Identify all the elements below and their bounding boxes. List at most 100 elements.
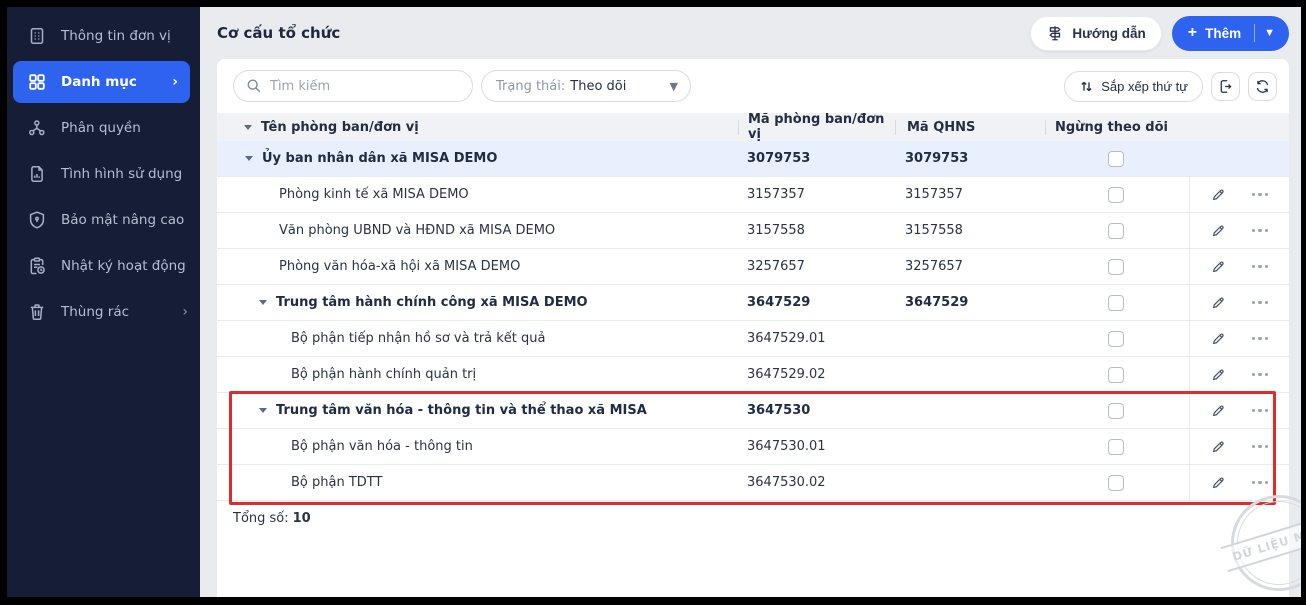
edit-icon[interactable] — [1211, 223, 1226, 238]
add-button[interactable]: + Thêm ▼ — [1171, 15, 1289, 51]
table-row[interactable]: Bộ phận hành chính quản trị 3647529.02 — [217, 357, 1289, 393]
edit-icon[interactable] — [1211, 367, 1226, 382]
org-code: 3647530.02 — [747, 475, 826, 490]
column-header: Ngừng theo dõi — [1055, 119, 1168, 135]
sidebar-item-phan-quyen[interactable]: Phân quyền — [7, 105, 200, 151]
table-row[interactable]: Bộ phận văn hóa - thông tin 3647530.01 — [217, 429, 1289, 465]
table-row[interactable]: Trung tâm văn hóa - thông tin và thể tha… — [217, 393, 1289, 429]
table-row[interactable]: Văn phòng UBND và HĐND xã MISA DEMO 3157… — [217, 213, 1289, 249]
shield-icon — [26, 210, 47, 231]
search-input[interactable] — [270, 78, 462, 94]
add-button-label: Thêm — [1205, 25, 1242, 41]
sidebar-item-bao-mat-nang-cao[interactable]: Bảo mật nâng cao — [7, 197, 200, 243]
stop-follow-checkbox[interactable] — [1108, 186, 1124, 203]
chevron-right-icon: › — [172, 74, 178, 90]
collapse-all-icon[interactable] — [244, 124, 252, 130]
main-area: Cơ cấu tổ chức Hướng dẫn + Thêm ▼ Tìm ki… — [200, 7, 1301, 597]
clipboard-clock-icon — [26, 256, 47, 277]
table-row[interactable]: Phòng văn hóa-xã hội xã MISA DEMO 325765… — [217, 249, 1289, 285]
org-code: 3647529 — [747, 295, 811, 310]
org-qhns — [894, 429, 1043, 464]
org-name: Văn phòng UBND và HĐND xã MISA DEMO — [279, 223, 556, 238]
column-header: Tên phòng ban/đơn vị — [261, 119, 419, 135]
more-actions-icon[interactable] — [1252, 228, 1268, 233]
total-value: 10 — [292, 511, 311, 526]
table-row[interactable]: Ủy ban nhân dân xã MISA DEMO 3079753 307… — [217, 141, 1289, 177]
sidebar-item-thong-tin-don-vi[interactable]: Thông tin đơn vị — [7, 13, 200, 59]
org-name: Bộ phận hành chính quản trị — [291, 367, 477, 382]
column-header: Mã QHNS — [907, 119, 976, 135]
screen: Thông tin đơn vị Danh mục › Phân quyền T… — [7, 7, 1301, 597]
sidebar-item-label: Phân quyền — [61, 120, 141, 136]
edit-icon[interactable] — [1211, 475, 1226, 490]
table-row[interactable]: Trung tâm hành chính công xã MISA DEMO 3… — [217, 285, 1289, 321]
table-row[interactable]: Bộ phận TDTT 3647530.02 — [217, 465, 1289, 501]
more-actions-icon[interactable] — [1252, 192, 1268, 197]
stop-follow-checkbox[interactable] — [1108, 438, 1124, 455]
more-actions-icon[interactable] — [1252, 300, 1268, 305]
stop-follow-checkbox[interactable] — [1108, 474, 1124, 491]
more-actions-icon[interactable] — [1252, 336, 1268, 341]
divider — [1254, 24, 1256, 42]
org-code: 3647529.02 — [747, 367, 826, 382]
org-name: Phòng văn hóa-xã hội xã MISA DEMO — [279, 259, 521, 274]
search-icon — [246, 78, 262, 94]
org-qhns — [894, 357, 1043, 392]
refresh-button[interactable] — [1248, 71, 1277, 101]
share-icon — [26, 118, 47, 139]
stop-follow-checkbox[interactable] — [1108, 294, 1124, 311]
org-qhns — [894, 393, 1043, 428]
expand-icon[interactable] — [259, 408, 267, 413]
doc-chart-icon — [26, 164, 47, 185]
more-actions-icon[interactable] — [1252, 480, 1268, 485]
org-table: Tên phòng ban/đơn vị Mã phòng ban/đơn vị… — [217, 112, 1289, 526]
stop-follow-checkbox[interactable] — [1108, 150, 1124, 167]
edit-icon[interactable] — [1211, 403, 1226, 418]
table-header-row: Tên phòng ban/đơn vị Mã phòng ban/đơn vị… — [217, 112, 1289, 142]
stop-follow-checkbox[interactable] — [1108, 330, 1124, 347]
sidebar-item-label: Danh mục — [61, 74, 137, 90]
edit-icon[interactable] — [1211, 295, 1226, 310]
org-qhns: 3257657 — [905, 259, 963, 274]
more-actions-icon[interactable] — [1252, 372, 1268, 377]
edit-icon[interactable] — [1211, 187, 1226, 202]
edit-icon[interactable] — [1211, 439, 1226, 454]
more-actions-icon[interactable] — [1252, 408, 1268, 413]
more-actions-icon[interactable] — [1252, 444, 1268, 449]
expand-icon[interactable] — [259, 300, 267, 305]
edit-icon[interactable] — [1211, 259, 1226, 274]
table-row[interactable]: Phòng kinh tế xã MISA DEMO 3157357 31573… — [217, 177, 1289, 213]
org-name: Bộ phận TDTT — [291, 475, 383, 490]
org-name: Trung tâm hành chính công xã MISA DEMO — [276, 295, 588, 310]
chevron-down-icon: ▼ — [669, 79, 678, 93]
org-name: Trung tâm văn hóa - thông tin và thể tha… — [276, 403, 647, 418]
sidebar-item-tinh-hinh-su-dung[interactable]: Tình hình sử dụng — [7, 151, 200, 197]
guide-button[interactable]: Hướng dẫn — [1030, 15, 1162, 51]
export-button[interactable] — [1211, 71, 1240, 101]
content-panel: Trạng thái: Theo dõi ▼ Sắp xếp thứ tự — [217, 59, 1289, 597]
sidebar: Thông tin đơn vị Danh mục › Phân quyền T… — [7, 7, 200, 597]
chevron-down-icon[interactable]: ▼ — [1264, 27, 1279, 39]
org-name: Bộ phận tiếp nhận hồ sơ và trả kết quả — [291, 331, 546, 346]
expand-icon[interactable] — [245, 156, 253, 161]
sidebar-item-nhat-ky-hoat-dong[interactable]: Nhật ký hoạt động — [7, 243, 200, 289]
sort-order-button[interactable]: Sắp xếp thứ tự — [1064, 70, 1203, 102]
stop-follow-checkbox[interactable] — [1108, 402, 1124, 419]
stop-follow-checkbox[interactable] — [1108, 222, 1124, 239]
sidebar-item-label: Nhật ký hoạt động — [61, 258, 186, 274]
search-box[interactable] — [233, 70, 473, 102]
sidebar-item-label: Thông tin đơn vị — [61, 28, 171, 44]
signpost-icon — [1046, 24, 1064, 42]
table-row[interactable]: Bộ phận tiếp nhận hồ sơ và trả kết quả 3… — [217, 321, 1289, 357]
sidebar-item-thung-rac[interactable]: Thùng rác › — [7, 289, 200, 335]
stop-follow-checkbox[interactable] — [1108, 366, 1124, 383]
stop-follow-checkbox[interactable] — [1108, 258, 1124, 275]
app-window: Thông tin đơn vị Danh mục › Phân quyền T… — [0, 0, 1306, 605]
org-code: 3647530.01 — [747, 439, 826, 454]
more-actions-icon[interactable] — [1252, 264, 1268, 269]
sidebar-item-danh-muc[interactable]: Danh mục › — [13, 61, 190, 103]
table-footer: Tổng số: 10 — [217, 501, 1289, 526]
org-code: 3257657 — [747, 259, 805, 274]
edit-icon[interactable] — [1211, 331, 1226, 346]
status-filter-select[interactable]: Trạng thái: Theo dõi ▼ — [481, 70, 691, 102]
